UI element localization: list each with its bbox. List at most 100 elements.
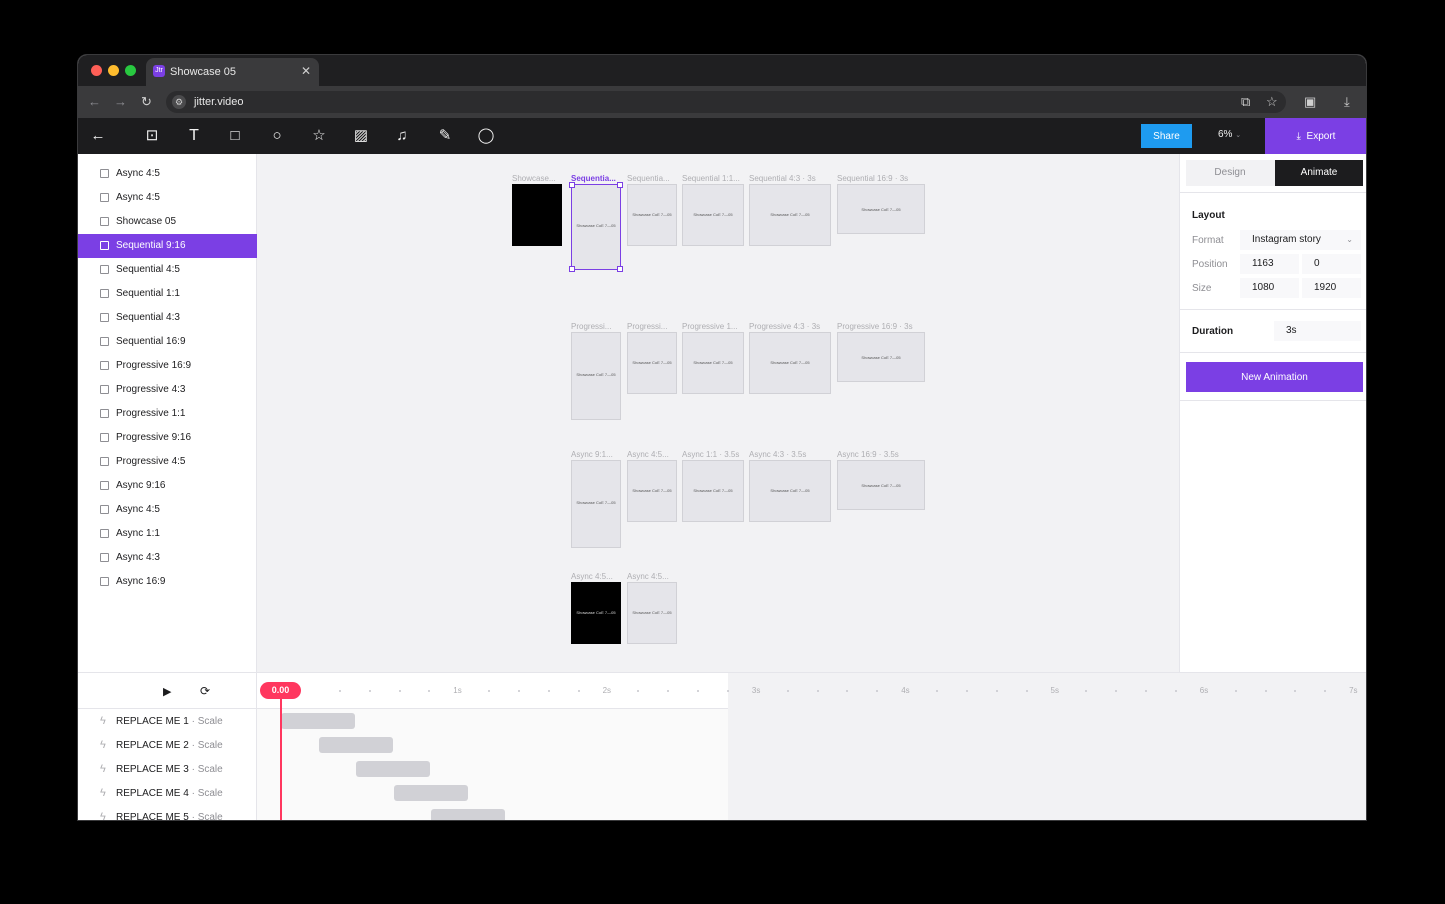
pen-tool-icon[interactable]: ✎ — [435, 126, 455, 146]
minimize-window-button[interactable] — [108, 65, 119, 76]
sidebar-item[interactable]: Progressive 9:16 — [78, 426, 257, 450]
artboard[interactable]: Sequential 16:9 · 3s Showcase CoE 7—05 — [837, 174, 925, 234]
sidebar-item[interactable]: Sequential 4:3 — [78, 306, 257, 330]
artboard[interactable]: Async 9:1... Showcase CoE 7—05 — [571, 450, 621, 548]
artboard[interactable]: Sequential 1:1... Showcase CoE 7—05 — [682, 174, 744, 246]
sidebar-item[interactable]: Showcase 05 — [78, 210, 257, 234]
artboard[interactable]: Async 1:1 · 3.5s Showcase CoE 7—05 — [682, 450, 744, 522]
site-settings-icon[interactable]: ⚙ — [172, 95, 186, 109]
artboard[interactable]: Sequential 4:3 · 3s Showcase CoE 7—05 — [749, 174, 831, 246]
browser-tab[interactable]: Jtr Showcase 05 ✕ — [146, 58, 319, 86]
sidebar-item[interactable]: Progressive 1:1 — [78, 402, 257, 426]
close-window-button[interactable] — [91, 65, 102, 76]
position-y-input[interactable]: 0 — [1302, 254, 1361, 274]
artboard[interactable]: Progressive 16:9 · 3s Showcase CoE 7—05 — [837, 322, 925, 382]
frame-icon — [100, 433, 109, 442]
play-icon[interactable]: ▶ — [163, 685, 171, 698]
animation-bar[interactable] — [281, 713, 355, 729]
text-tool-icon[interactable]: T — [184, 126, 204, 146]
artboard[interactable]: Async 4:5... Showcase CoE 7—05 — [627, 572, 677, 644]
maximize-window-button[interactable] — [125, 65, 136, 76]
sidebar-item[interactable]: Async 16:9 — [78, 570, 257, 594]
back-arrow-icon[interactable]: ← — [88, 126, 108, 146]
forward-arrow-icon[interactable]: → — [114, 94, 127, 109]
artboard[interactable]: Async 4:5... Showcase CoE 7—05 — [571, 572, 621, 644]
share-button[interactable]: Share — [1141, 124, 1192, 148]
resize-handle[interactable] — [569, 182, 575, 188]
artboard[interactable]: Async 16:9 · 3.5s Showcase CoE 7—05 — [837, 450, 925, 510]
sidebar-item[interactable]: Progressive 4:5 — [78, 450, 257, 474]
frame-tool-icon[interactable]: ⊡ — [142, 126, 162, 146]
artboard[interactable]: Sequentia... Showcase CoE 7—05 — [569, 174, 623, 272]
timeline-track-item[interactable]: ϟ REPLACE ME 1 · Scale — [78, 710, 257, 734]
tab-design[interactable]: Design — [1186, 160, 1274, 186]
canvas[interactable]: Showcase... Sequentia... Showcase CoE 7—05… — [257, 154, 1179, 672]
time-ruler[interactable]: 1s 2s 3s 4s 5s 6s 7s — [257, 673, 1366, 709]
reload-icon[interactable]: ↻ — [141, 94, 152, 110]
artboard[interactable]: Progressi... Showcase CoE 7—05 — [627, 322, 677, 394]
playhead[interactable] — [280, 699, 282, 820]
duration-input[interactable]: 3s — [1274, 321, 1361, 341]
comment-tool-icon[interactable]: ◯ — [476, 126, 496, 146]
sidebar-item[interactable]: Async 4:5 — [78, 186, 257, 210]
artboard[interactable]: Progressive 4:3 · 3s Showcase CoE 7—05 — [749, 322, 831, 394]
new-animation-button[interactable]: New Animation — [1186, 362, 1363, 392]
sidebar-item[interactable]: Async 4:5 — [78, 162, 257, 186]
sidebar-item[interactable]: Sequential 9:16 — [78, 234, 257, 258]
divider — [1180, 192, 1366, 193]
cast-icon[interactable]: ⧉ — [1241, 94, 1250, 110]
tab-close-icon[interactable]: ✕ — [301, 64, 311, 78]
format-select[interactable]: Instagram story ⌄ — [1240, 230, 1361, 250]
animation-bar[interactable] — [318, 737, 393, 753]
size-width-input[interactable]: 1080 — [1240, 278, 1299, 298]
sidebar-item[interactable]: Progressive 4:3 — [78, 378, 257, 402]
animation-bar[interactable] — [393, 785, 468, 801]
size-height-input[interactable]: 1920 — [1302, 278, 1361, 298]
sidebar-item[interactable]: Async 9:16 — [78, 474, 257, 498]
timeline-tracks[interactable] — [257, 709, 1366, 820]
sidebar-item[interactable]: Async 4:3 — [78, 546, 257, 570]
image-tool-icon[interactable]: ▨ — [351, 126, 371, 146]
back-arrow-icon[interactable]: ← — [88, 94, 101, 109]
artboard[interactable]: Progressi... Showcase CoE 7—05 — [571, 322, 621, 420]
sidebar-item[interactable]: Async 4:5 — [78, 498, 257, 522]
selection-box[interactable] — [569, 182, 623, 272]
animation-bar[interactable] — [431, 809, 505, 820]
url-field[interactable]: ⚙ jitter.video — [166, 91, 1286, 113]
resize-handle[interactable] — [617, 266, 623, 272]
timeline-track-item[interactable]: ϟ REPLACE ME 4 · Scale — [78, 782, 257, 806]
star-tool-icon[interactable]: ☆ — [309, 126, 329, 146]
timeline-track-item[interactable]: ϟ REPLACE ME 3 · Scale — [78, 758, 257, 782]
artboard[interactable]: Progressive 1... Showcase CoE 7—05 — [682, 322, 744, 394]
side-panel-icon[interactable]: ▣ — [1304, 94, 1316, 110]
artboard[interactable]: Async 4:5... Showcase CoE 7—05 — [627, 450, 677, 522]
rectangle-tool-icon[interactable]: □ — [225, 126, 245, 146]
artboard[interactable]: Showcase... — [512, 174, 562, 246]
ellipse-tool-icon[interactable]: ○ — [267, 126, 287, 146]
sidebar-item[interactable]: Progressive 16:9 — [78, 354, 257, 378]
sidebar-item[interactable]: Sequential 1:1 — [78, 282, 257, 306]
loop-icon[interactable]: ⟳ — [200, 684, 210, 698]
ruler-tick — [995, 690, 998, 692]
sidebar-item[interactable]: Sequential 4:5 — [78, 258, 257, 282]
sidebar-item[interactable]: Sequential 16:9 — [78, 330, 257, 354]
position-x-input[interactable]: 1163 — [1240, 254, 1299, 274]
resize-handle[interactable] — [617, 182, 623, 188]
export-button[interactable]: ⤓ Export — [1265, 118, 1366, 154]
current-time-badge[interactable]: 0.00 — [260, 682, 301, 699]
animation-bar[interactable] — [356, 761, 430, 777]
artboard-text: Showcase CoE 7—05 — [861, 206, 901, 212]
artboard[interactable]: Sequentia... Showcase CoE 7—05 — [627, 174, 677, 246]
artboard[interactable]: Async 4:3 · 3.5s Showcase CoE 7—05 — [749, 450, 831, 522]
artboard-label: Showcase... — [512, 174, 556, 183]
zoom-dropdown[interactable]: 6% ⌄ — [1218, 129, 1241, 140]
timeline-track-item[interactable]: ϟ REPLACE ME 2 · Scale — [78, 734, 257, 758]
sidebar-item[interactable]: Async 1:1 — [78, 522, 257, 546]
audio-tool-icon[interactable]: ♫ — [392, 126, 412, 146]
tab-animate[interactable]: Animate — [1275, 160, 1363, 186]
bookmark-star-icon[interactable]: ☆ — [1266, 94, 1278, 110]
resize-handle[interactable] — [569, 266, 575, 272]
timeline-track-item[interactable]: ϟ REPLACE ME 5 · Scale — [78, 806, 257, 821]
track-type: · Scale — [191, 812, 223, 821]
download-icon[interactable]: ⤓ — [1344, 94, 1350, 110]
